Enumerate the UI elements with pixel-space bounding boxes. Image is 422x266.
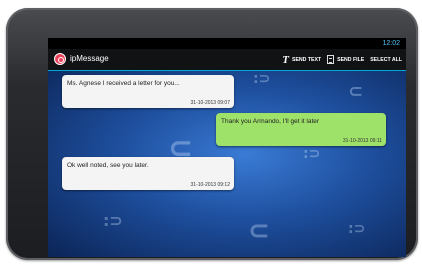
- wallpaper-decoration: ⊂: [348, 81, 364, 102]
- app-bar: ipMessage T SEND TEXT SEND FILE SELECT A…: [48, 49, 406, 71]
- wallpaper-decoration: :⊃: [348, 221, 366, 237]
- app-title: ipMessage: [70, 54, 109, 63]
- message-text: Ok well noted, see you later.: [67, 162, 149, 169]
- file-icon: [327, 55, 335, 64]
- send-text-label: SEND TEXT: [291, 56, 322, 63]
- send-file-label: SEND FILE: [337, 56, 365, 63]
- wallpaper-decoration: :⊃: [253, 71, 271, 87]
- message-text: Ms. Agnese I received a letter for you..…: [67, 80, 180, 87]
- message-bubble-incoming[interactable]: Ms. Agnese I received a letter for you..…: [62, 75, 234, 108]
- wallpaper-decoration: :⊃: [303, 146, 321, 162]
- action-bar: T SEND TEXT SEND FILE SELECT ALL: [282, 49, 402, 70]
- text-icon: T: [282, 53, 289, 66]
- status-time: 12:02: [382, 40, 400, 47]
- send-text-button[interactable]: T SEND TEXT: [282, 54, 321, 66]
- screen: 12:02 ipMessage T SEND TEXT SEND FILE SE…: [48, 38, 406, 257]
- chat-background: ⊂ :⊃ ⊂ ⊂ :⊃ :⊃ ⊂ :⊃ Ms. Agnese I receive…: [48, 71, 406, 257]
- message-timestamp: 31-10-2013 09:12: [190, 182, 230, 188]
- app-logo-icon: [54, 53, 66, 65]
- message-timestamp: 31-10-2013 09:11: [342, 138, 382, 144]
- select-all-button[interactable]: SELECT ALL: [370, 57, 402, 63]
- status-bar: 12:02: [48, 38, 406, 49]
- select-all-label: SELECT ALL: [370, 56, 402, 63]
- message-text: Thank you Armando, I'll get it later: [221, 118, 320, 125]
- tablet-frame: ⚲ ↩ ▤ ⌂ 12:02 ipMessage T SEND TEXT SEND…: [6, 8, 418, 260]
- send-file-button[interactable]: SEND FILE: [327, 55, 364, 64]
- wallpaper-decoration: ⊂: [248, 216, 270, 246]
- message-timestamp: 31-10-2013 09:07: [190, 100, 230, 106]
- message-bubble-outgoing[interactable]: Thank you Armando, I'll get it later 31-…: [216, 113, 386, 146]
- wallpaper-decoration: :⊃: [103, 211, 123, 230]
- message-bubble-incoming[interactable]: Ok well noted, see you later. 31-10-2013…: [62, 157, 234, 190]
